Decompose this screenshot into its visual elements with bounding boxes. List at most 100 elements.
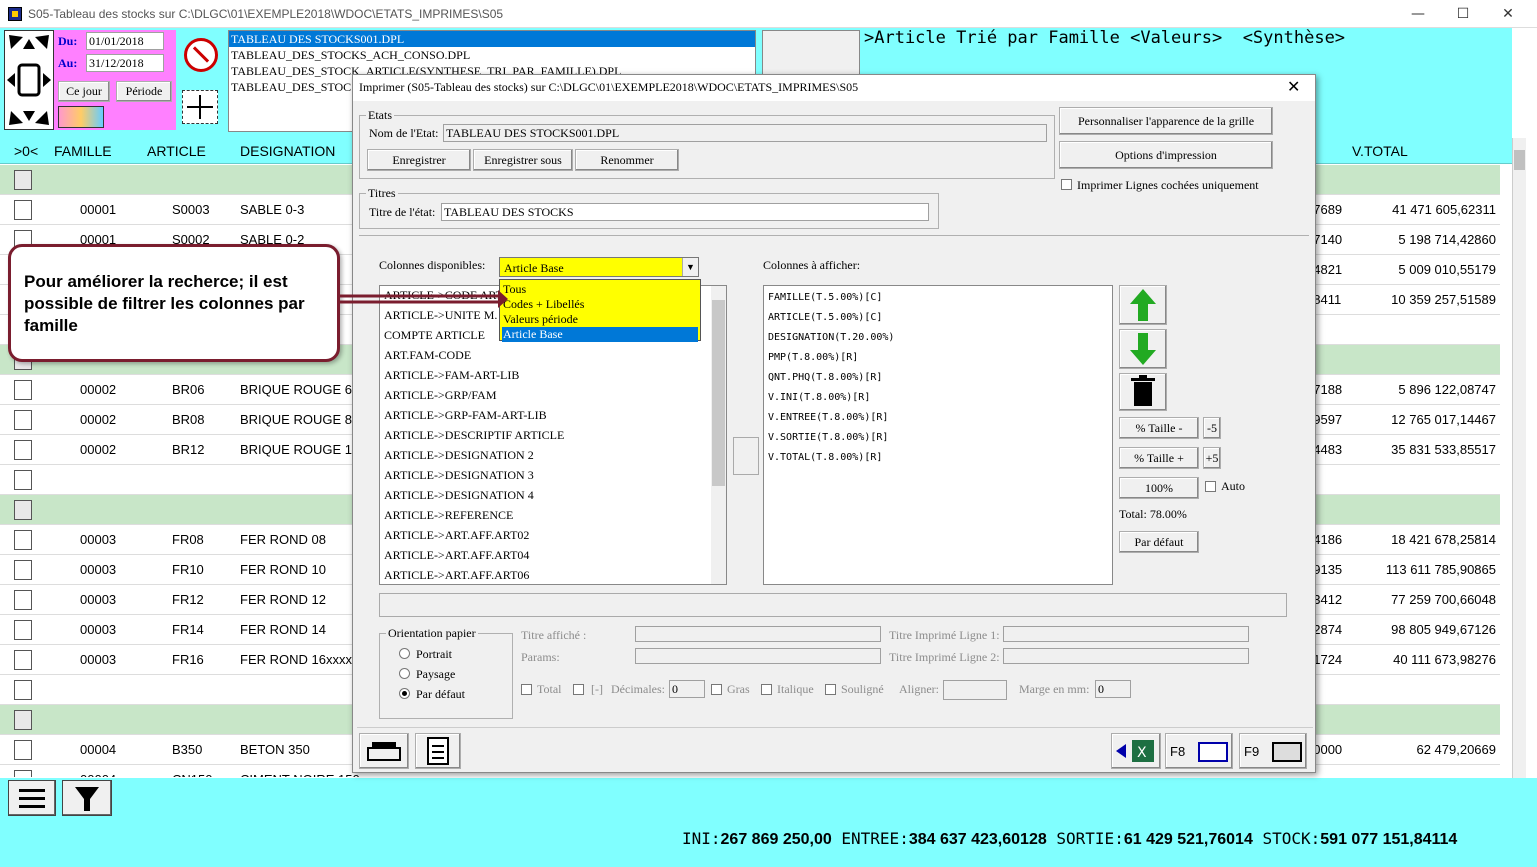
ce-jour-button[interactable]: Ce jour [58, 81, 110, 102]
navigation-arrows-icon[interactable] [4, 30, 54, 130]
moins5-button[interactable]: -5 [1203, 417, 1221, 439]
document-icon[interactable] [415, 733, 461, 769]
params-input[interactable] [635, 648, 881, 664]
row-checkbox[interactable] [14, 470, 32, 490]
available-column-item[interactable]: ARTICLE->DESCRIPTIF ARTICLE [384, 428, 564, 443]
nom-etat-input[interactable]: TABLEAU DES STOCKS001.DPL [443, 124, 1047, 142]
selected-column-item[interactable]: V.SORTIE(T.8.00%)[R] [768, 432, 888, 443]
selected-column-item[interactable]: PMP(T.8.00%)[R] [768, 352, 858, 363]
excel-export-icon[interactable]: X [1111, 733, 1161, 769]
titre-ligne1-input[interactable] [1003, 626, 1249, 642]
selected-columns-list[interactable]: FAMILLE(T.5.00%)[C] ARTICLE(T.5.00%)[C] DE… [763, 285, 1113, 585]
decimales-input[interactable]: 0 [669, 680, 705, 698]
menu-icon[interactable] [8, 780, 56, 816]
available-column-item[interactable]: ARTICLE->GRP/FAM [384, 388, 497, 403]
dropdown-option[interactable]: Valeurs période [502, 312, 698, 327]
gras-checkbox[interactable] [711, 684, 722, 695]
row-checkbox[interactable] [14, 650, 32, 670]
file-item[interactable]: TABLEAU DES STOCKS001.DPL [231, 32, 404, 47]
available-column-item[interactable]: ARTICLE->REFERENCE [384, 508, 513, 523]
settings-gear-icon[interactable] [184, 38, 218, 72]
taille-moins-button[interactable]: % Taille - [1119, 417, 1199, 439]
available-scrollbar[interactable] [711, 286, 726, 584]
close-window-button[interactable]: ✕ [1485, 0, 1531, 28]
row-checkbox[interactable] [14, 530, 32, 550]
selected-column-item[interactable]: V.INI(T.8.00%)[R] [768, 392, 870, 403]
row-checkbox[interactable] [14, 710, 32, 730]
titre-affiche-input[interactable] [635, 626, 881, 642]
available-column-item[interactable]: ARTICLE->ART.AFF.ART06 [384, 568, 529, 583]
aligner-select[interactable] [943, 680, 1007, 700]
row-checkbox[interactable] [14, 770, 32, 777]
dropdown-option[interactable]: Tous [502, 282, 698, 297]
crosshair-icon[interactable] [182, 90, 218, 124]
dropdown-option[interactable]: Article Base [502, 327, 698, 342]
imprimer-cochees-checkbox[interactable] [1061, 179, 1072, 190]
col-article-header[interactable]: ARTICLE [147, 143, 206, 159]
available-column-item[interactable]: ARTICLE->DESIGNATION 2 [384, 448, 534, 463]
renommer-button[interactable]: Renommer [575, 149, 679, 171]
row-checkbox[interactable] [14, 680, 32, 700]
bracket-checkbox[interactable] [573, 684, 584, 695]
row-checkbox[interactable] [14, 380, 32, 400]
titre-etat-input[interactable]: TABLEAU DES STOCKS [441, 203, 929, 221]
enregistrer-button[interactable]: Enregistrer [367, 149, 471, 171]
souligne-checkbox[interactable] [825, 684, 836, 695]
cent-pourcent-button[interactable]: 100% [1119, 477, 1199, 499]
taille-plus-button[interactable]: % Taille + [1119, 447, 1199, 469]
col-vtotal-header[interactable]: V.TOTAL [1352, 143, 1408, 159]
selected-column-item[interactable]: ARTICLE(T.5.00%)[C] [768, 312, 882, 323]
row-checkbox[interactable] [14, 620, 32, 640]
selected-column-item[interactable]: FAMILLE(T.5.00%)[C] [768, 292, 882, 303]
grid-scrollbar[interactable] [1512, 138, 1526, 778]
au-date-input[interactable]: 31/12/2018 [86, 54, 164, 72]
paysage-radio[interactable] [399, 668, 410, 679]
row-checkbox[interactable] [14, 170, 32, 190]
toolbar-buttons[interactable] [762, 30, 860, 80]
plus5-button[interactable]: +5 [1203, 447, 1221, 469]
move-down-button[interactable] [1119, 329, 1167, 369]
f9-print-button[interactable]: F9 [1239, 733, 1307, 769]
row-checkbox[interactable] [14, 410, 32, 430]
periode-button[interactable]: Période [116, 81, 172, 102]
dropdown-option[interactable]: Codes + Libellés [502, 297, 698, 312]
filter-icon[interactable] [62, 780, 112, 816]
color-palette-icon[interactable] [58, 106, 104, 128]
italique-checkbox[interactable] [761, 684, 772, 695]
portrait-radio[interactable] [399, 648, 410, 659]
titre-ligne2-input[interactable] [1003, 648, 1249, 664]
dialog-close-button[interactable]: ✕ [1287, 77, 1300, 96]
minimize-button[interactable]: — [1395, 0, 1441, 28]
selected-column-item[interactable]: V.ENTREE(T.8.00%)[R] [768, 412, 888, 423]
available-column-item[interactable]: ARTICLE->FAM-ART-LIB [384, 368, 519, 383]
available-column-item[interactable]: ARTICLE->GRP-FAM-ART-LIB [384, 408, 547, 423]
available-column-item[interactable]: ART.FAM-CODE [384, 348, 471, 363]
available-column-item[interactable]: ARTICLE->DESIGNATION 4 [384, 488, 534, 503]
options-impression-button[interactable]: Options d'impression [1059, 141, 1273, 169]
row-checkbox[interactable] [14, 440, 32, 460]
available-column-item[interactable]: ARTICLE->ART.AFF.ART04 [384, 548, 529, 563]
delete-column-button[interactable] [1119, 373, 1167, 411]
file-item[interactable]: TABLEAU_DES_STOC [231, 80, 351, 95]
enregistrer-sous-button[interactable]: Enregistrer sous [473, 149, 573, 171]
f8-print-button[interactable]: F8 [1165, 733, 1233, 769]
selected-column-item[interactable]: QNT.PHQ(T.8.00%)[R] [768, 372, 882, 383]
par-defaut-radio[interactable] [399, 688, 410, 699]
available-column-item[interactable]: ARTICLE->ART.AFF.ART02 [384, 528, 529, 543]
row-checkbox[interactable] [14, 590, 32, 610]
chevron-down-icon[interactable]: ▼ [682, 258, 698, 276]
col-designation-header[interactable]: DESIGNATION [240, 143, 335, 159]
file-item[interactable]: TABLEAU_DES_STOCKS_ACH_CONSO.DPL [231, 48, 470, 63]
personnaliser-grille-button[interactable]: Personnaliser l'apparence de la grille [1059, 107, 1273, 135]
column-filter-select[interactable]: Article Base ▼ [499, 257, 699, 277]
auto-checkbox[interactable] [1205, 481, 1216, 492]
row-checkbox[interactable] [14, 500, 32, 520]
row-checkbox[interactable] [14, 560, 32, 580]
row-checkbox[interactable] [14, 200, 32, 220]
available-column-item[interactable]: COMPTE ARTICLE [384, 328, 485, 343]
column-filter-dropdown[interactable]: Tous Codes + Libellés Valeurs période Artic… [499, 279, 701, 342]
row-checkbox[interactable] [14, 740, 32, 760]
total-checkbox[interactable] [521, 684, 532, 695]
maximize-button[interactable]: ☐ [1440, 0, 1486, 28]
du-date-input[interactable]: 01/01/2018 [86, 32, 164, 50]
